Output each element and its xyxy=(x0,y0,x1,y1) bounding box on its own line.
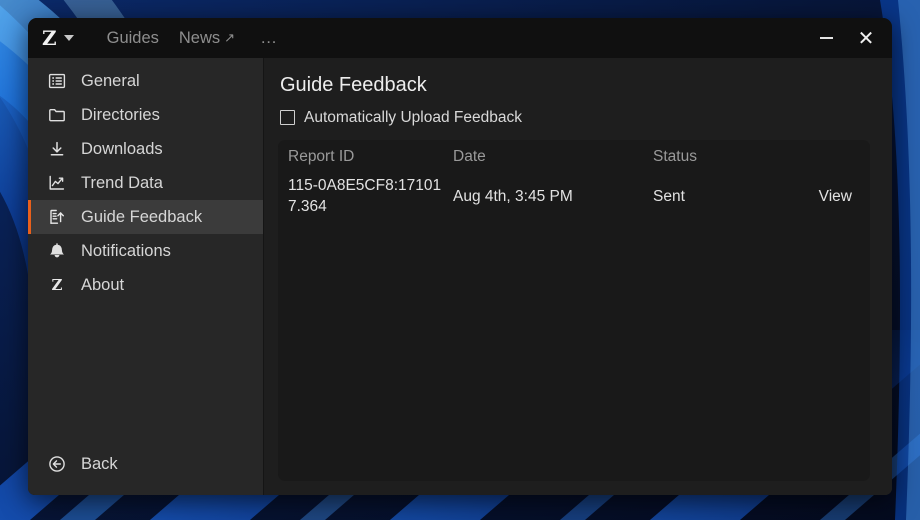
window-body: General Directories Downloads Trend Data… xyxy=(28,58,892,495)
application-window: Z Guides News ↗ … ✕ General Directories … xyxy=(28,18,892,495)
sidebar-item-notifications[interactable]: Notifications xyxy=(28,234,263,268)
page-title: Guide Feedback xyxy=(280,74,427,96)
titlebar-overflow-button[interactable]: … xyxy=(252,26,286,50)
sidebar-item-about[interactable]: Z About xyxy=(28,268,263,302)
auto-upload-feedback-row[interactable]: Automatically Upload Feedback xyxy=(280,110,870,126)
sidebar: General Directories Downloads Trend Data… xyxy=(28,58,264,495)
main-content: Guide Feedback Automatically Upload Feed… xyxy=(264,58,892,495)
titlebar-menu-news[interactable]: News ↗ xyxy=(170,25,244,52)
zotero-logo-menu-button[interactable]: Z xyxy=(38,25,80,51)
circle-arrow-left-icon xyxy=(47,455,66,474)
column-header-status: Status xyxy=(653,147,697,165)
back-button-label: Back xyxy=(81,454,118,473)
z-brand-icon: Z xyxy=(47,276,66,295)
chevron-down-icon xyxy=(63,35,74,41)
table-header-row: Report ID Date Status xyxy=(278,140,870,172)
auto-upload-feedback-label: Automatically Upload Feedback xyxy=(304,109,522,126)
window-titlebar[interactable]: Z Guides News ↗ … ✕ xyxy=(28,18,892,58)
line-chart-icon xyxy=(47,174,66,193)
table-body: 115-0A8E5CF8:171017.364 Aug 4th, 3:45 PM… xyxy=(278,171,870,217)
titlebar-menu-guides[interactable]: Guides xyxy=(98,25,168,52)
sidebar-footer: Back xyxy=(28,447,263,495)
sidebar-item-general-label: General xyxy=(81,71,140,90)
close-button[interactable]: ✕ xyxy=(846,18,886,58)
column-header-report-id: Report ID xyxy=(288,147,355,165)
sidebar-item-guide-feedback[interactable]: Guide Feedback xyxy=(28,200,263,234)
sidebar-item-directories[interactable]: Directories xyxy=(28,98,263,132)
sidebar-item-general[interactable]: General xyxy=(28,64,263,98)
sidebar-item-directories-label: Directories xyxy=(81,105,160,124)
sidebar-item-downloads[interactable]: Downloads xyxy=(28,132,263,166)
back-button[interactable]: Back xyxy=(28,447,263,481)
svg-text:Z: Z xyxy=(51,276,62,294)
auto-upload-feedback-checkbox[interactable] xyxy=(280,110,295,126)
sidebar-item-guide-feedback-label: Guide Feedback xyxy=(81,207,203,226)
column-header-date: Date xyxy=(453,147,486,165)
window-controls: ✕ xyxy=(806,18,886,58)
sidebar-item-downloads-label: Downloads xyxy=(81,139,163,158)
zotero-logo: Z xyxy=(42,26,57,50)
sidebar-item-notifications-label: Notifications xyxy=(81,241,171,260)
titlebar-menu-guides-label: Guides xyxy=(106,28,159,47)
list-icon xyxy=(47,72,66,91)
external-link-icon: ↗ xyxy=(224,29,236,45)
sidebar-nav-list: General Directories Downloads Trend Data… xyxy=(28,58,263,447)
view-report-link[interactable]: View xyxy=(773,176,852,207)
titlebar-menu-news-label: News xyxy=(178,28,221,47)
minimize-icon xyxy=(819,37,833,39)
sidebar-item-trend-data-label: Trend Data xyxy=(81,173,163,192)
bell-icon xyxy=(47,242,66,261)
sidebar-item-trend-data[interactable]: Trend Data xyxy=(28,166,263,200)
status-badge: Sent xyxy=(653,188,685,206)
cell-date: Aug 4th, 3:45 PM xyxy=(453,188,573,206)
cell-report-id: 115-0A8E5CF8:171017.364 xyxy=(288,177,442,215)
close-icon: ✕ xyxy=(857,26,875,50)
minimize-button[interactable] xyxy=(806,18,846,58)
sidebar-item-about-label: About xyxy=(81,275,125,294)
table-row[interactable]: 115-0A8E5CF8:171017.364 Aug 4th, 3:45 PM… xyxy=(278,171,870,217)
titlebar-overflow-label: … xyxy=(260,28,279,47)
folder-icon xyxy=(47,106,66,125)
download-icon xyxy=(47,140,66,159)
document-upload-icon xyxy=(47,208,66,227)
feedback-reports-table: Report ID Date Status 115-0A8E5CF8:17101… xyxy=(278,139,870,481)
